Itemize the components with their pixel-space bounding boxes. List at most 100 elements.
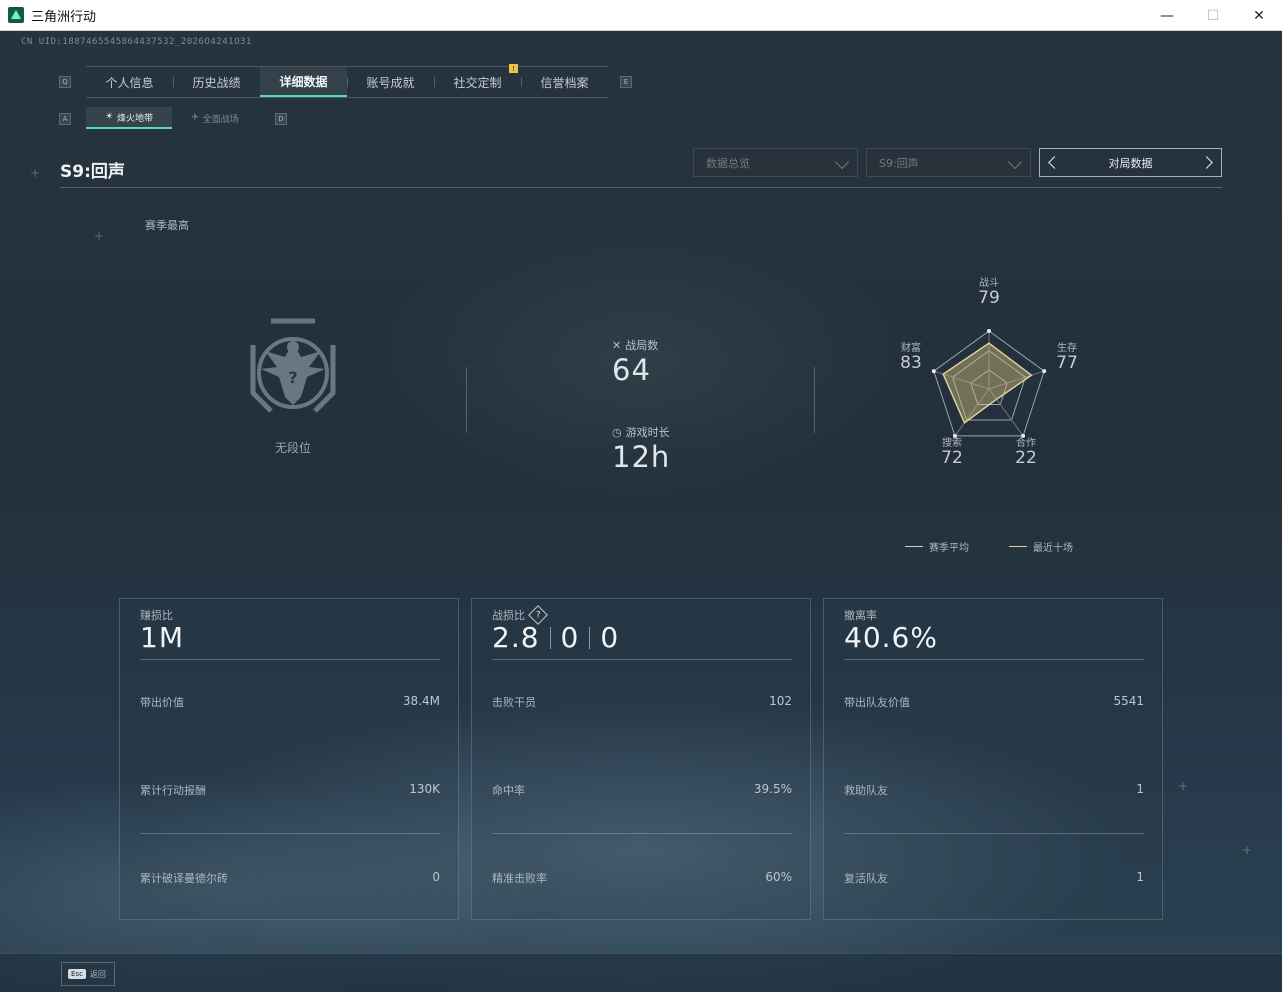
game-screen: CN UID:1887465545864437532_2026O4241O31 … (0, 31, 1282, 992)
subtab-hazard-zone[interactable]: ☀ 烽火地带 (86, 107, 172, 129)
row-value: 5541 (1113, 694, 1144, 708)
radar-value-teamwork: 22 (1015, 448, 1037, 468)
subtab-full-battlefield[interactable]: ✈ 全面战场 (172, 107, 258, 129)
legend-label: 最近十场 (1033, 543, 1073, 554)
dropdown-value: S9:回声 (879, 156, 919, 170)
tab-detailed-data[interactable]: 详细数据 (260, 67, 347, 97)
subtab-prev-key-hint[interactable]: A (59, 113, 71, 125)
row-value: 1 (1136, 870, 1144, 884)
radar-value-search: 72 (941, 448, 963, 468)
season-divider (60, 187, 1222, 188)
radar-label-combat: 战斗 (979, 278, 999, 289)
ability-radar-chart: 战斗 79 生存 77 合作 22 搜索 72 财富 83 (880, 271, 1100, 481)
back-button[interactable]: Esc 返回 (61, 962, 115, 986)
value-separator (589, 626, 591, 649)
radar-vertex-dot (1042, 369, 1047, 374)
svg-text:?: ? (288, 368, 297, 387)
profit-card: 赚损比 1M 带出价值 38.4M 累计行动报酬 130K 累计破译曼德尔砖 0 (119, 598, 459, 920)
radar-label-wealth: 财富 (901, 343, 921, 354)
close-button[interactable]: ✕ (1236, 0, 1282, 31)
row-value: 130K (409, 782, 440, 796)
tab-social-custom[interactable]: 社交定制 (434, 67, 521, 97)
chevron-left-icon[interactable] (1048, 156, 1061, 169)
card-row: 带出价值 38.4M (140, 694, 440, 710)
kd-card: 战损比 ? 2.8 0 0 击败干员 102 命中率 39.5% 精准击败率 60% (471, 598, 811, 920)
legend-recent-ten: 最近十场 (1009, 539, 1073, 554)
esc-key-hint: Esc (68, 969, 86, 979)
season-dropdown[interactable]: S9:回声 (866, 148, 1031, 177)
extraction-rate-value: 40.6% (844, 621, 938, 654)
tab-next-key-hint[interactable]: E (620, 76, 632, 88)
matches-stat: ✕ 战局数 64 (612, 337, 658, 388)
tab-personal-info[interactable]: 个人信息 (86, 67, 173, 97)
tab-prev-key-hint[interactable]: Q (59, 76, 71, 88)
card-row: 累计行动报酬 130K (140, 782, 440, 798)
kd-ratio-value: 2.8 (492, 621, 540, 654)
chevron-right-icon[interactable] (1200, 156, 1213, 169)
card-row: 复活队友 1 (844, 870, 1144, 886)
legend-swatch (1009, 546, 1027, 547)
row-label: 复活队友 (844, 872, 888, 885)
radar-value-survival: 77 (1056, 353, 1078, 373)
card-row: 精准击败率 60% (492, 870, 792, 886)
row-label: 带出队友价值 (844, 696, 910, 709)
tab-credit-file[interactable]: 信誉档案 (521, 67, 608, 97)
playtime-value: 12h (612, 440, 671, 474)
mode-subtabs: ☀ 烽火地带 ✈ 全面战场 (86, 107, 258, 129)
row-label: 累计破译曼德尔砖 (140, 872, 228, 885)
row-value: 0 (432, 870, 440, 884)
playtime-stat: ◷ 游戏时长 12h (612, 424, 671, 475)
card-divider (140, 833, 440, 834)
radar-value-combat: 79 (978, 288, 1000, 308)
playtime-label: 游戏时长 (625, 426, 670, 439)
extraction-card: 撤离率 40.6% 带出队友价值 5541 救助队友 1 复活队友 1 (823, 598, 1163, 920)
match-data-label: 对局数据 (1108, 156, 1153, 170)
crossed-swords-icon: ✕ (612, 338, 622, 352)
matches-value: 64 (612, 353, 651, 387)
section-divider (814, 367, 815, 433)
radar-vertex-dot (987, 329, 991, 333)
sun-icon: ☀ (104, 112, 114, 122)
minimize-button[interactable]: — (1144, 0, 1190, 31)
row-label: 救助队友 (844, 784, 888, 797)
row-value: 102 (769, 694, 792, 708)
eagle-emblem-icon: ? (250, 318, 336, 413)
row-value: 38.4M (402, 694, 440, 708)
card-main-value: 1M (140, 621, 184, 654)
card-row: 带出队友价值 5541 (844, 694, 1144, 710)
legend-season-avg: 赛季平均 (905, 539, 969, 554)
player-uid: CN UID:1887465545864437532_2026O4241O31 (21, 37, 252, 47)
subtab-label: 全面战场 (202, 114, 239, 125)
dropdown-value: 数据总览 (706, 156, 750, 170)
row-label: 累计行动报酬 (140, 784, 206, 797)
card-row: 击败干员 102 (492, 694, 792, 710)
maximize-button[interactable]: ☐ (1190, 0, 1236, 31)
card-row: 累计破译曼德尔砖 0 (140, 870, 440, 886)
chevron-down-icon (834, 154, 850, 170)
card-row: 命中率 39.5% (492, 782, 792, 798)
subtab-next-key-hint[interactable]: D (275, 113, 287, 125)
app-logo-icon (8, 7, 24, 23)
window-controls: — ☐ ✕ (1144, 0, 1282, 31)
tab-achievements[interactable]: 账号成就 (347, 67, 434, 97)
card-main-value: 40.6% (844, 621, 938, 654)
card-main-value: 2.8 0 0 (492, 621, 619, 654)
window-title: 三角洲行动 (31, 9, 97, 25)
section-divider (466, 367, 467, 433)
subtab-label: 烽火地带 (117, 113, 154, 124)
radar-label-teamwork: 合作 (1016, 438, 1036, 449)
tab-history[interactable]: 历史战绩 (173, 67, 260, 97)
row-value: 39.5% (753, 782, 792, 796)
legend-swatch (905, 546, 923, 547)
card-divider (140, 659, 440, 660)
data-overview-dropdown[interactable]: 数据总览 (693, 148, 858, 177)
radar-label-search: 搜索 (942, 438, 962, 449)
card-row: 救助队友 1 (844, 782, 1144, 798)
card-divider (492, 659, 792, 660)
decorative-crosshair-icon: + (1242, 843, 1253, 857)
plane-icon: ✈ (191, 113, 199, 123)
clock-icon: ◷ (612, 425, 622, 439)
match-data-selector[interactable]: 对局数据 (1039, 148, 1222, 177)
row-label: 命中率 (492, 784, 525, 797)
row-value: 60% (765, 870, 792, 884)
